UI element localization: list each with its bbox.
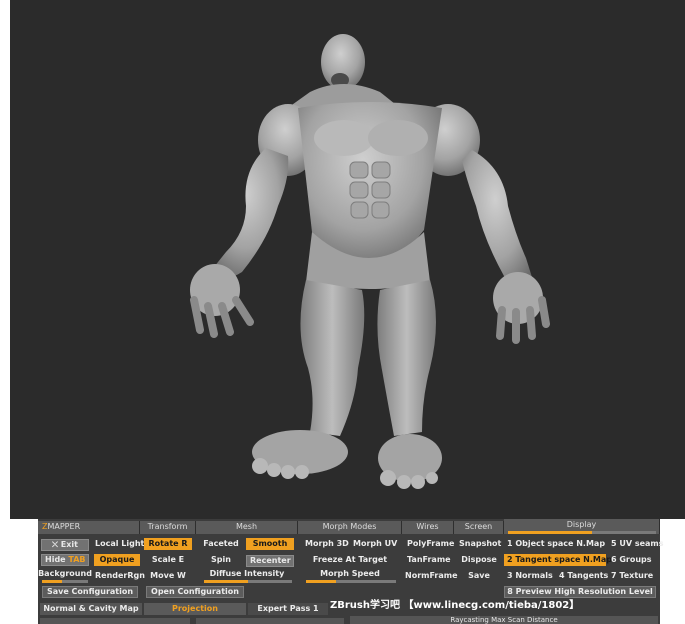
opaque-button[interactable]: Opaque	[94, 554, 140, 566]
tab-expert-pass[interactable]: Expert Pass 1	[248, 603, 328, 615]
morph-speed-fill	[306, 580, 336, 583]
local-light-button[interactable]: Local Light	[92, 538, 144, 550]
dispose-button[interactable]: Dispose	[456, 554, 502, 566]
object-space-nmap-button[interactable]: 1 Object space N.Map	[504, 538, 606, 550]
diffuse-intensity-fill	[204, 580, 248, 583]
watermark-text: ZBrush学习吧 【www.linecg.com/tieba/1802】	[330, 600, 580, 611]
recenter-button[interactable]: Recenter	[246, 555, 294, 567]
preview-high-resolution-button[interactable]: 8 Preview High Resolution Level	[504, 586, 656, 598]
tab-normal-cavity-map[interactable]: Normal & Cavity Map	[40, 603, 142, 615]
exit-icon: ⛌	[52, 540, 61, 549]
scale-button[interactable]: Scale E	[144, 554, 192, 566]
renderrgn-button[interactable]: RenderRgn	[92, 570, 145, 582]
open-configuration-button[interactable]: Open Configuration	[146, 586, 244, 598]
save-configuration-button[interactable]: Save Configuration	[42, 586, 138, 598]
background-slider[interactable]: Background	[38, 568, 92, 580]
header-transform: Transform	[140, 521, 196, 534]
move-button[interactable]: Move W	[144, 570, 192, 582]
snapshot-button[interactable]: Snapshot	[456, 538, 502, 550]
header-mesh: Mesh	[196, 521, 298, 534]
diffuse-intensity-track	[248, 580, 292, 583]
header-wires: Wires	[402, 521, 454, 534]
exit-button[interactable]: ⛌ Exit	[41, 539, 89, 551]
raycasting-max-scan-distance-slider[interactable]: Raycasting Max Scan Distance	[350, 616, 658, 624]
header-screen: Screen	[454, 521, 504, 534]
polyframe-button[interactable]: PolyFrame	[404, 538, 454, 550]
faceted-button[interactable]: Faceted	[200, 538, 242, 550]
display-slider-track[interactable]	[592, 531, 656, 534]
tangents-button[interactable]: 4 Tangents	[556, 570, 608, 582]
uv-seams-button[interactable]: 5 UV seams	[608, 538, 664, 550]
viewport[interactable]	[10, 0, 685, 519]
spin-button[interactable]: Spin	[200, 554, 242, 566]
background-slider-track	[62, 580, 88, 583]
tangent-space-nmap-button[interactable]: 2 Tangent space N.Map	[504, 554, 612, 566]
save-button[interactable]: Save	[456, 570, 502, 582]
morph-speed-slider[interactable]: Morph Speed	[302, 568, 398, 580]
texture-button[interactable]: 7 Texture	[608, 570, 660, 582]
sculpt-model	[190, 34, 550, 489]
tanframe-button[interactable]: TanFrame	[404, 554, 452, 566]
zmapper-title: ZMAPPER	[38, 521, 140, 534]
freeze-at-target-button[interactable]: Freeze At Target	[302, 554, 398, 566]
normframe-button[interactable]: NormFrame	[402, 570, 458, 582]
display-slider-fill[interactable]	[508, 531, 592, 534]
morph-speed-track	[336, 580, 396, 583]
normals-button[interactable]: 3 Normals	[504, 570, 556, 582]
background-slider-fill	[42, 580, 62, 583]
rotate-button[interactable]: Rotate R	[144, 538, 192, 550]
groups-button[interactable]: 6 Groups	[608, 554, 660, 566]
morph-uv-button[interactable]: Morph UV	[350, 538, 398, 550]
lower-control-middle[interactable]	[196, 618, 344, 624]
lower-control-left[interactable]	[40, 618, 190, 624]
hide-button[interactable]: Hide TAB	[41, 554, 89, 566]
header-morph-modes: Morph Modes	[298, 521, 402, 534]
morph-3d-button[interactable]: Morph 3D	[302, 538, 349, 550]
diffuse-intensity-slider[interactable]: Diffuse Intensity	[200, 568, 294, 580]
smooth-button[interactable]: Smooth	[246, 538, 294, 550]
tab-projection[interactable]: Projection	[144, 603, 246, 615]
